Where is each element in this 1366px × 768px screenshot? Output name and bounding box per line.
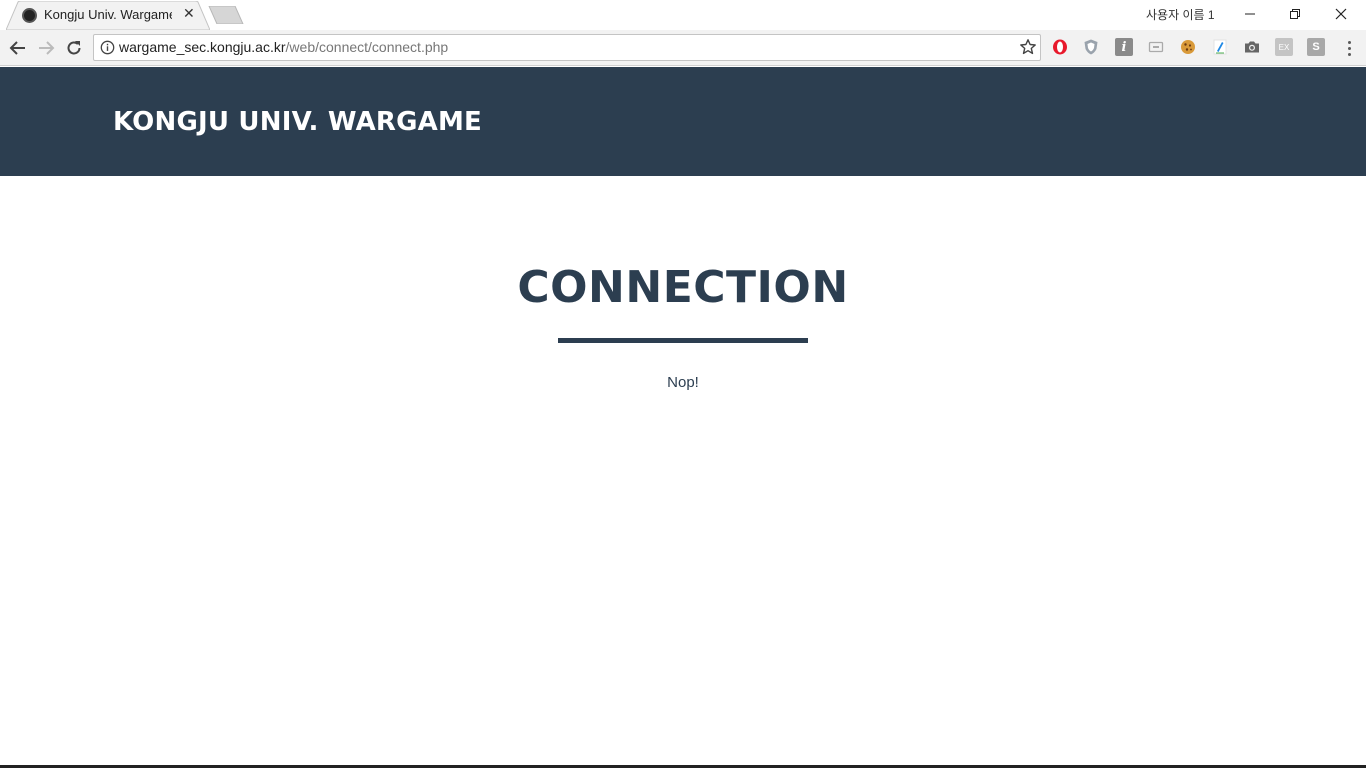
forward-button[interactable] [35,37,57,59]
s-icon[interactable]: S [1307,38,1325,56]
browser-toolbar: wargame_sec.kongju.ac.kr/web/connect/con… [0,30,1366,66]
cookie-icon[interactable] [1179,38,1197,56]
bookmark-star-icon[interactable] [1019,38,1037,56]
info-extension-icon[interactable]: i [1115,38,1133,56]
result-message: Nop! [667,374,699,391]
camera-icon[interactable] [1243,38,1261,56]
address-bar[interactable]: wargame_sec.kongju.ac.kr/web/connect/con… [93,34,1041,61]
close-window-button[interactable] [1318,0,1364,28]
ex-icon[interactable]: EX [1275,38,1293,56]
page-title: CONNECTION [517,262,849,313]
restore-icon [1290,9,1300,19]
tab-strip: Kongju Univ. Wargame ✕ 사용자 이름 1 [0,0,1366,30]
url-path: /web/connect/connect.php [285,39,449,55]
reload-button[interactable] [63,37,85,59]
profile-name[interactable]: 사용자 이름 1 [1146,6,1215,23]
url-text[interactable]: wargame_sec.kongju.ac.kr/web/connect/con… [119,39,448,55]
cast-icon[interactable] [1147,38,1165,56]
arrow-right-icon [39,41,55,55]
pen-icon[interactable] [1211,38,1229,56]
shield-icon[interactable] [1082,38,1100,56]
close-icon [1335,8,1347,20]
tab-title: Kongju Univ. Wargame [44,7,172,22]
arrow-left-icon [9,41,25,55]
restore-button[interactable] [1272,0,1318,28]
tab-close-button[interactable]: ✕ [183,6,195,22]
back-button[interactable] [7,37,29,59]
title-divider [558,338,808,343]
info-icon[interactable] [100,40,115,55]
minimize-icon [1245,13,1255,15]
reload-icon [67,41,81,55]
opera-icon[interactable] [1051,38,1069,56]
site-brand-link[interactable]: KONGJU UNIV. WARGAME [113,107,482,137]
new-tab-button[interactable] [208,6,244,24]
minimize-button[interactable] [1227,0,1273,28]
url-host: wargame_sec.kongju.ac.kr [119,39,286,55]
browser-menu-icon[interactable] [1340,38,1358,58]
site-favicon-icon [22,8,37,23]
site-header: KONGJU UNIV. WARGAME [0,67,1366,176]
